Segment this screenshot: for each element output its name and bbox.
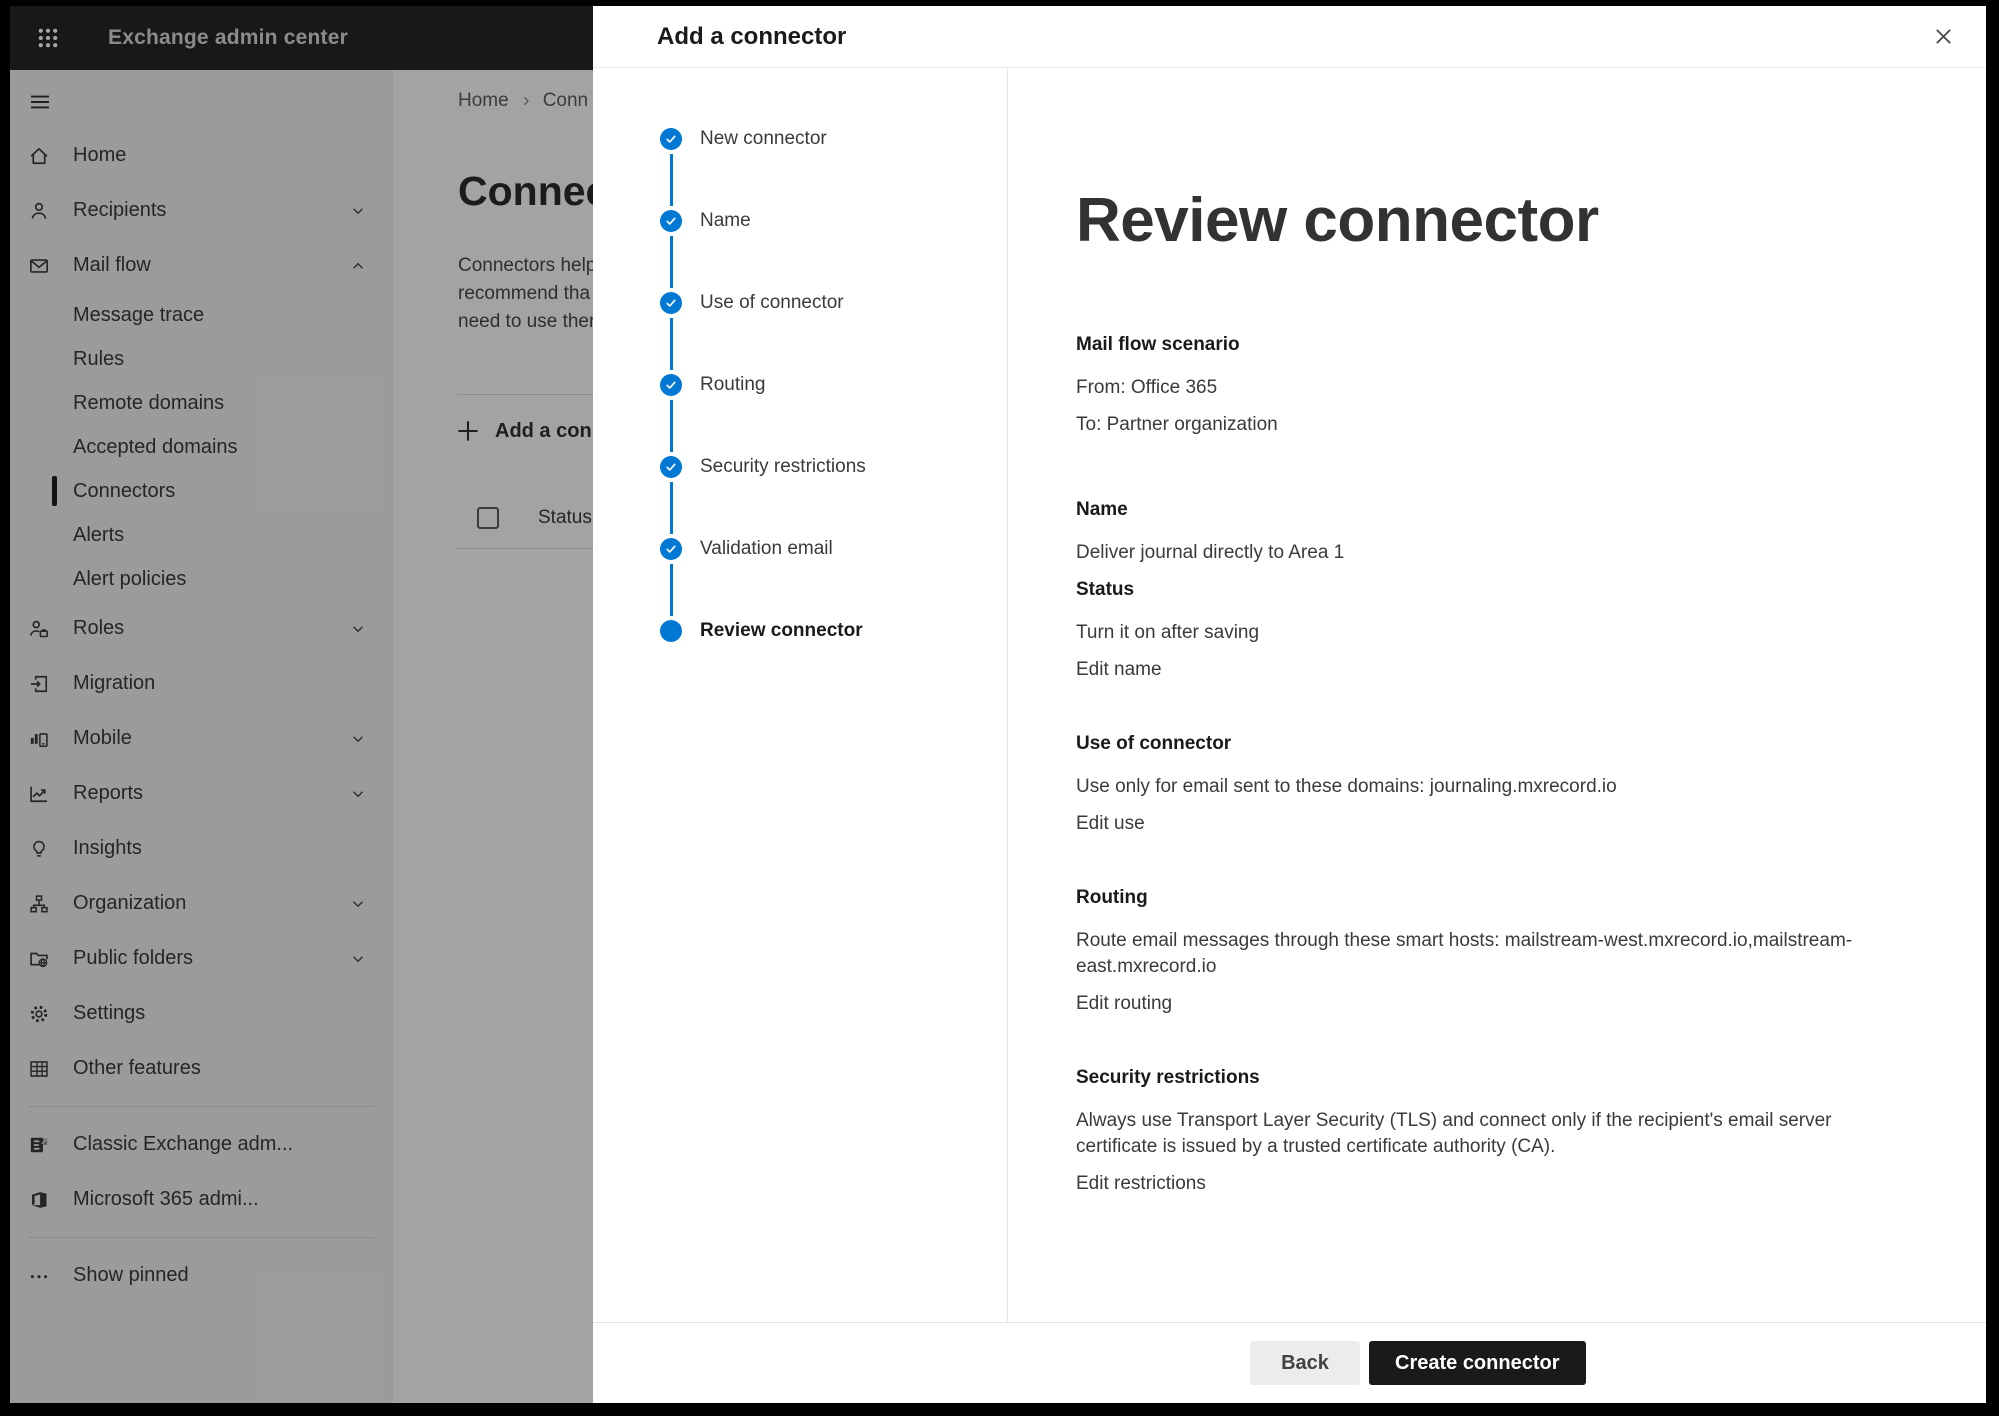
review-text: Turn it on after saving: [1076, 620, 1896, 646]
close-button[interactable]: [1926, 20, 1960, 54]
back-button[interactable]: Back: [1250, 1341, 1360, 1385]
check-icon: [664, 460, 678, 474]
check-icon: [664, 542, 678, 556]
check-icon: [664, 296, 678, 310]
dialog-title: Add a connector: [657, 23, 1926, 51]
review-text: Always use Transport Layer Security (TLS…: [1076, 1108, 1896, 1160]
wizard-step-label: Security restrictions: [700, 456, 866, 478]
review-text: Use only for email sent to these domains…: [1076, 774, 1896, 800]
wizard-step-validation-email[interactable]: Validation email: [660, 538, 1007, 620]
review-text: From: Office 365: [1076, 375, 1896, 401]
review-section-heading-security-restrictions: Security restrictions: [1076, 1065, 1946, 1091]
wizard-step-new-connector[interactable]: New connector: [660, 128, 1007, 210]
add-connector-dialog: Add a connector New connector Name Use of …: [593, 6, 1986, 1403]
review-section-heading-use-of-connector: Use of connector: [1076, 731, 1946, 757]
check-icon: [664, 132, 678, 146]
step-completed-icon: [660, 456, 682, 478]
wizard-step-label: Use of connector: [700, 292, 844, 314]
step-completed-icon: [660, 128, 682, 150]
wizard-step-label: Review connector: [700, 620, 863, 642]
review-text: Route email messages through these smart…: [1076, 928, 1896, 980]
close-icon: [1932, 25, 1955, 48]
edit-use-link[interactable]: Edit use: [1076, 811, 1896, 837]
section-gap: [1076, 683, 1946, 731]
create-connector-button[interactable]: Create connector: [1369, 1341, 1586, 1385]
step-completed-icon: [660, 292, 682, 314]
wizard-step-review-connector[interactable]: Review connector: [660, 620, 1007, 702]
review-sections: Mail flow scenario From: Office 365 To: Pa…: [1076, 332, 1946, 1197]
wizard-steps: New connector Name Use of connector Routing…: [593, 68, 1008, 1322]
dialog-footer: Back Create connector: [593, 1322, 1986, 1403]
wizard-step-label: Routing: [700, 374, 766, 396]
review-text: To: Partner organization: [1076, 412, 1896, 438]
wizard-step-routing[interactable]: Routing: [660, 374, 1007, 456]
wizard-step-security-restrictions[interactable]: Security restrictions: [660, 456, 1007, 538]
section-gap: [1076, 449, 1946, 497]
step-completed-icon: [660, 538, 682, 560]
review-section-heading-status: Status: [1076, 577, 1946, 603]
review-section-heading-name: Name: [1076, 497, 1946, 523]
section-gap: [1076, 837, 1946, 885]
check-icon: [664, 214, 678, 228]
step-completed-icon: [660, 374, 682, 396]
review-section-heading-mail-flow-scenario: Mail flow scenario: [1076, 332, 1946, 358]
check-icon: [664, 378, 678, 392]
step-completed-icon: [660, 210, 682, 232]
review-section-heading-routing: Routing: [1076, 885, 1946, 911]
wizard-step-label: Validation email: [700, 538, 833, 560]
review-text: Deliver journal directly to Area 1: [1076, 540, 1896, 566]
review-pane: Review connector Mail flow scenario From:…: [1008, 68, 1986, 1322]
wizard-step-label: Name: [700, 210, 751, 232]
wizard-step-label: New connector: [700, 128, 827, 150]
edit-restrictions-link[interactable]: Edit restrictions: [1076, 1171, 1896, 1197]
step-current-icon: [660, 620, 682, 642]
wizard-step-name[interactable]: Name: [660, 210, 1007, 292]
wizard-step-use-of-connector[interactable]: Use of connector: [660, 292, 1007, 374]
edit-routing-link[interactable]: Edit routing: [1076, 991, 1896, 1017]
section-gap: [1076, 1017, 1946, 1065]
review-heading: Review connector: [1076, 190, 1946, 252]
dialog-header: Add a connector: [593, 6, 1986, 68]
edit-name-link[interactable]: Edit name: [1076, 657, 1896, 683]
modal-overlay: [10, 6, 593, 1403]
